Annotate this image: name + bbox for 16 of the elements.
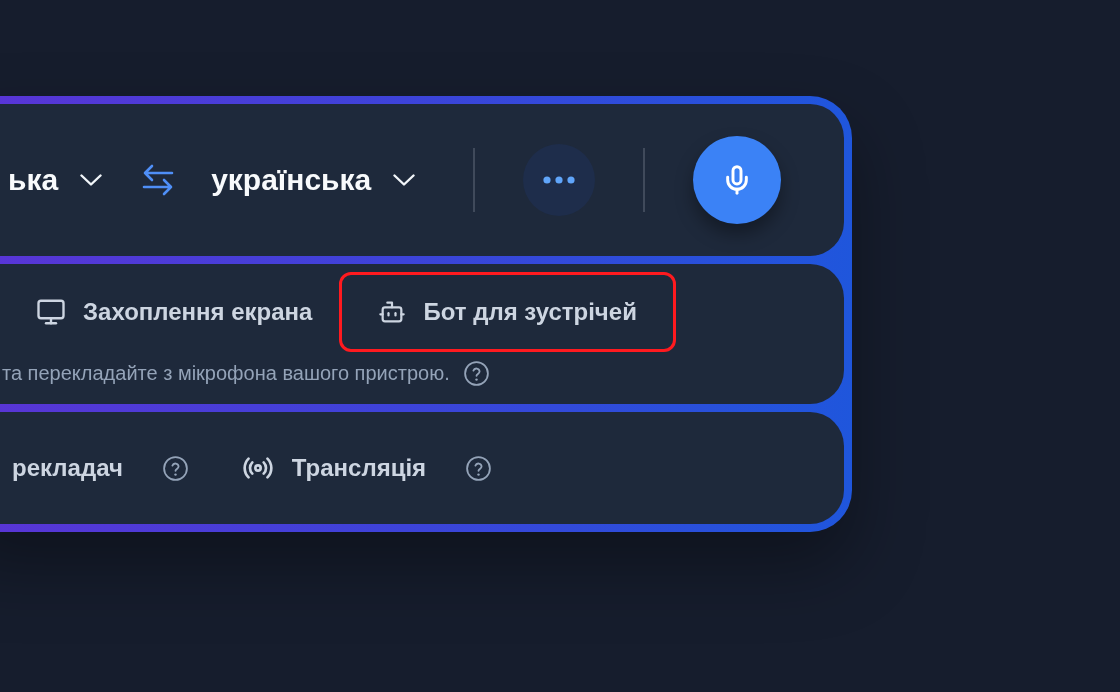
monitor-icon bbox=[36, 297, 66, 327]
mode-option-button[interactable]: Трансляція bbox=[237, 446, 431, 490]
mode-option-button[interactable]: рекладач bbox=[8, 446, 127, 490]
help-icon[interactable] bbox=[162, 455, 188, 481]
source-language-selector[interactable]: ька bbox=[8, 163, 103, 197]
help-icon[interactable] bbox=[466, 455, 492, 481]
chevron-down-icon bbox=[80, 174, 103, 186]
swap-languages-button[interactable] bbox=[142, 164, 175, 196]
chevron-down-icon bbox=[393, 174, 416, 186]
hint-text: та перекладайте з мікрофона вашого пристрою. bbox=[2, 362, 450, 385]
mode-tab[interactable]: Бот для зустрічей bbox=[368, 290, 647, 334]
mode-tab[interactable]: Захоплення екрана bbox=[26, 290, 323, 334]
ellipsis-icon bbox=[543, 176, 575, 184]
swap-arrows-icon bbox=[142, 164, 175, 196]
target-language-selector[interactable]: українська bbox=[211, 163, 416, 197]
help-icon[interactable] bbox=[463, 361, 489, 386]
